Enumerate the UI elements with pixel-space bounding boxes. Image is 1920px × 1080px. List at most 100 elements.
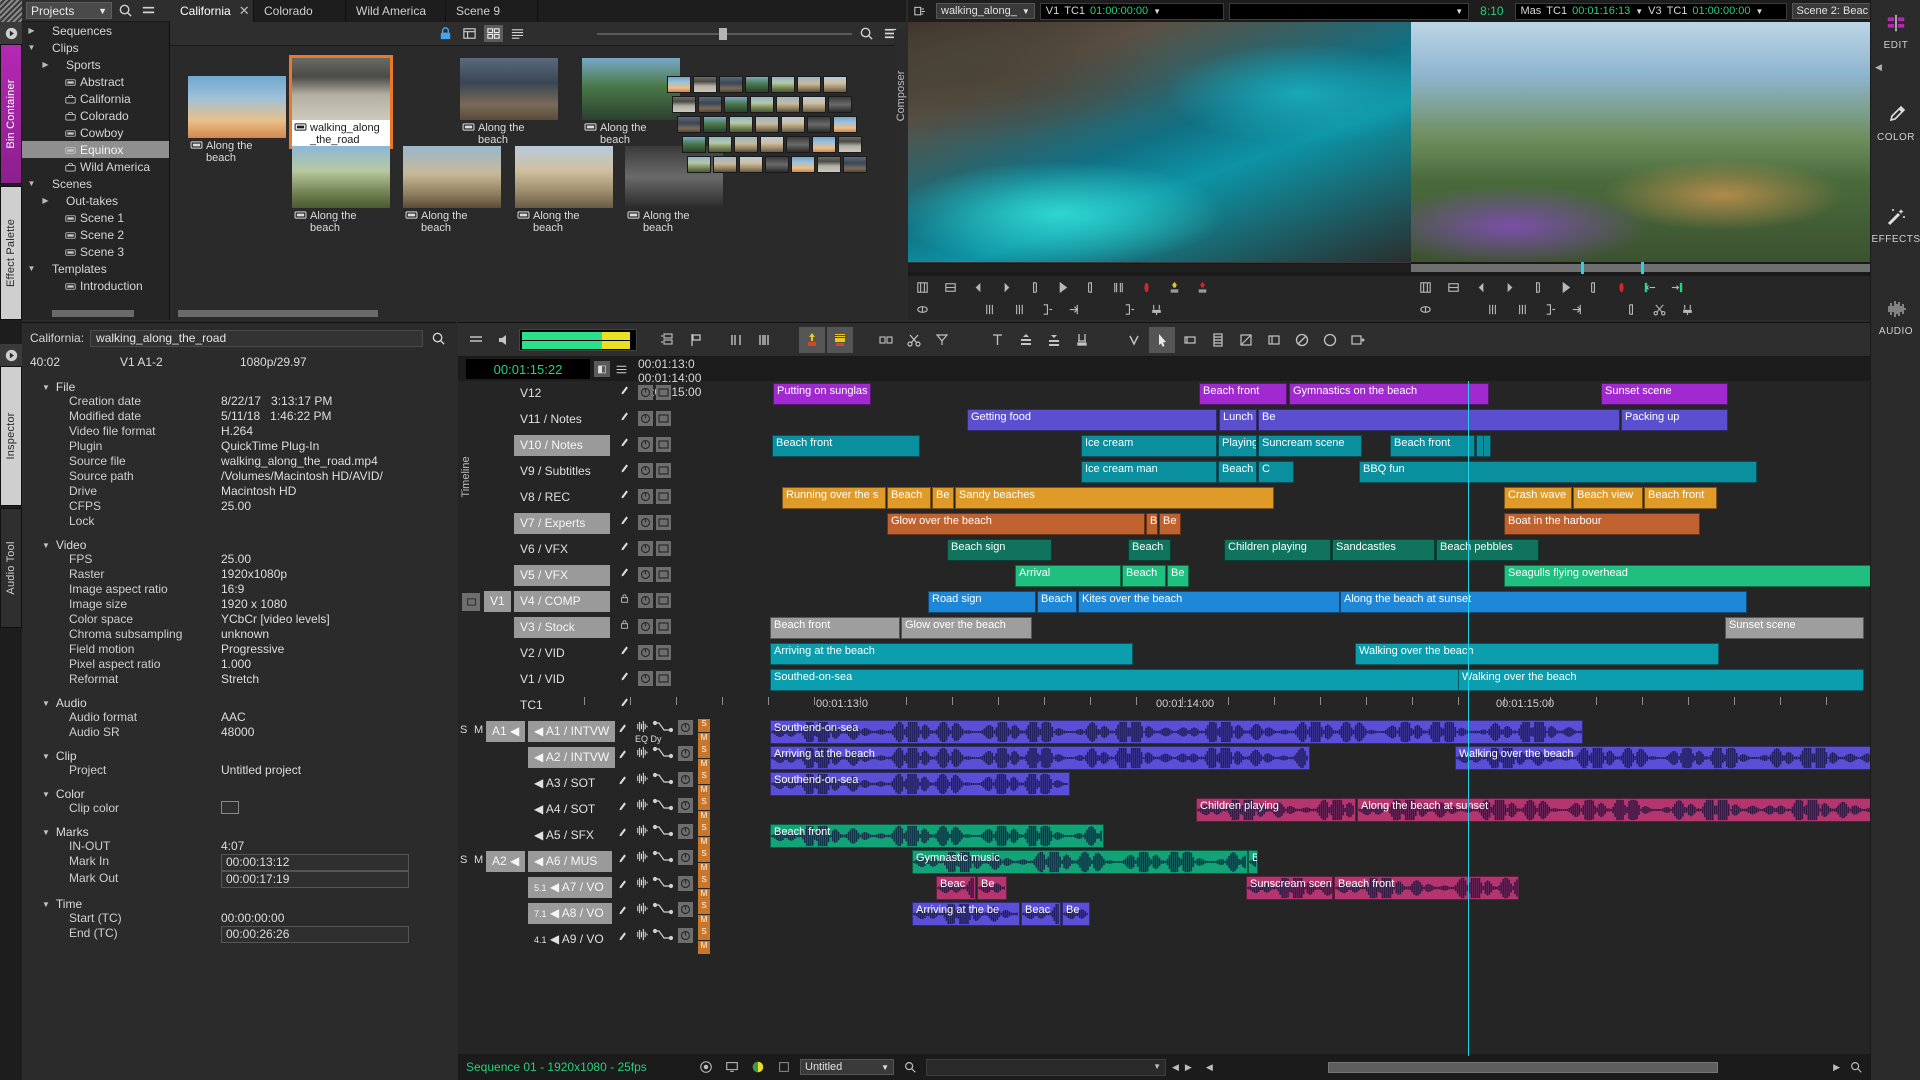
bin-tree-item-sequences[interactable]: ▶Sequences — [22, 22, 169, 39]
rail-play-icon-2[interactable] — [0, 344, 22, 366]
track-monitor-toggle[interactable] — [656, 645, 671, 660]
pencil-icon[interactable] — [618, 749, 627, 763]
track-name-v4-comp[interactable]: V4 / COMP — [514, 591, 610, 612]
mute-button[interactable]: M — [474, 724, 483, 736]
solo-indicator[interactable]: S — [698, 901, 710, 914]
source-monitor-toggle[interactable] — [462, 593, 480, 611]
bin-clip-thumbnail[interactable]: Along thebeach — [188, 76, 286, 164]
timeline-clip[interactable]: Walking over the beach — [1355, 643, 1719, 665]
twisty-icon[interactable]: ▶ — [40, 60, 51, 69]
track-header[interactable]: ◀ A3 / SOTSM — [458, 771, 718, 797]
fill-icon[interactable] — [1069, 327, 1095, 353]
list-view-icon[interactable] — [460, 25, 479, 42]
bin-tree-item-scene-1[interactable]: Scene 1 — [22, 209, 169, 226]
play-icon[interactable] — [1048, 276, 1076, 298]
solo-indicator[interactable]: S — [698, 849, 710, 862]
lift-icon[interactable] — [1142, 298, 1170, 320]
timeline-audio-clip[interactable]: Beach front — [770, 824, 1104, 848]
solo-indicator[interactable]: S — [698, 719, 710, 732]
sidebar-item-effect-palette[interactable]: Effect Palette — [0, 186, 22, 320]
pencil-icon[interactable] — [618, 905, 627, 919]
inspector-row-value[interactable]: 00:00:13:12 — [221, 854, 409, 871]
track-header[interactable]: V7 / Experts — [458, 511, 698, 537]
frame-icon[interactable] — [936, 276, 964, 298]
track-monitor-toggle[interactable] — [656, 593, 671, 608]
step-right-icon[interactable]: ▶ — [1185, 1062, 1192, 1073]
track-record-toggle[interactable] — [638, 567, 653, 582]
track-header[interactable]: SMA2 ◀◀ A6 / MUSSM — [458, 849, 718, 875]
audio-curve-icon[interactable] — [652, 824, 674, 837]
grid-icon[interactable] — [908, 276, 936, 298]
timeline-clip[interactable]: Beach front — [772, 435, 920, 457]
track-name-v6-vfx[interactable]: V6 / VFX — [514, 539, 610, 560]
track-record-toggle[interactable] — [678, 850, 693, 865]
step-back-icon[interactable] — [964, 276, 992, 298]
bin-clip-thumbnail[interactable]: Along thebeach — [582, 58, 680, 146]
project-select[interactable]: Projects ▼ — [26, 2, 112, 19]
bin-clip-thumbnail[interactable]: Along thebeach — [403, 146, 501, 234]
track-monitor-toggle[interactable] — [656, 463, 671, 478]
bin-tree-item-abstract[interactable]: Abstract — [22, 73, 169, 90]
waveform-toggle-icon[interactable] — [634, 850, 649, 863]
track-monitor-toggle[interactable] — [656, 437, 671, 452]
timeline-audio-clip[interactable]: Southend-on-sea — [770, 720, 1583, 744]
yellow-splice-icon[interactable] — [1160, 276, 1188, 298]
pencil-icon[interactable] — [618, 723, 627, 737]
twisty-icon[interactable]: ▼ — [42, 699, 50, 708]
nav-left-icon[interactable]: ◀ — [1206, 1062, 1213, 1073]
mute-indicator[interactable]: M — [698, 941, 710, 954]
search-icon[interactable] — [900, 1057, 920, 1077]
pencil-icon[interactable] — [620, 489, 629, 503]
timeline-clip[interactable]: Arrival — [1015, 565, 1121, 587]
track-record-toggle[interactable] — [638, 489, 653, 504]
record-timecode-bar[interactable]: Mas TC1 00:01:16:13 ▼ V3 TC1 01:00:00:00… — [1515, 3, 1787, 20]
step-back-icon[interactable] — [1467, 276, 1495, 298]
track-header[interactable]: V9 / Subtitles — [458, 459, 698, 485]
segment-mode-icon[interactable] — [873, 327, 899, 353]
bin-tree-item-introduction[interactable]: Introduction — [22, 277, 169, 294]
timeline-audio-clip[interactable]: Children playing — [1196, 798, 1356, 822]
trim-both-icon[interactable] — [751, 327, 777, 353]
track-record-toggle[interactable] — [638, 645, 653, 660]
timeline-audio-clip[interactable]: Southend-on-sea — [770, 772, 1070, 796]
track-header[interactable]: ◀ A2 / INTVWSM — [458, 745, 718, 771]
bin-tree-item-sports[interactable]: ▶Sports — [22, 56, 169, 73]
timeline-clip[interactable]: Beach — [1037, 591, 1077, 613]
solo-indicator[interactable]: S — [698, 797, 710, 810]
timeline-clip[interactable]: Suncream scene — [1258, 435, 1362, 457]
composer-layout-icon[interactable] — [912, 3, 931, 20]
twisty-icon[interactable]: ▼ — [42, 828, 50, 837]
timeline-mid-ruler[interactable]: 00:01:13:000:01:14:0000:01:15:00 — [584, 693, 1870, 719]
lock-icon[interactable] — [620, 593, 629, 607]
timeline-clip[interactable]: Walking over the beach — [1458, 669, 1864, 691]
solo-indicator[interactable]: S — [698, 771, 710, 784]
timeline-audio-clip[interactable]: Beach front — [1334, 876, 1519, 900]
inspector-row-value[interactable]: 00:00:17:19 — [221, 871, 409, 888]
audio-curve-icon[interactable] — [652, 902, 674, 915]
track-header[interactable]: ◀ A4 / SOTSM — [458, 797, 718, 823]
track-record-toggle[interactable] — [678, 798, 693, 813]
tab-edit[interactable]: EDIT — [1871, 6, 1920, 51]
track-header[interactable]: V12 — [458, 381, 698, 407]
pencil-icon[interactable] — [620, 645, 629, 659]
waveform-toggle-icon[interactable] — [634, 928, 649, 941]
goto-end-icon[interactable] — [1563, 298, 1591, 320]
goto-in-icon[interactable] — [1535, 298, 1563, 320]
track-record-toggle[interactable] — [638, 593, 653, 608]
twisty-icon[interactable]: ▼ — [42, 752, 50, 761]
inspector-section-header[interactable]: ▼Video — [22, 538, 456, 552]
export-icon[interactable] — [1345, 327, 1371, 353]
trim-back-icon[interactable] — [976, 298, 1004, 320]
timeline-clip[interactable]: Crash wave — [1504, 487, 1572, 509]
waveform-toggle-icon[interactable] — [634, 798, 649, 811]
track-monitor-toggle[interactable] — [656, 541, 671, 556]
track-header[interactable]: 4.1 ◀ A9 / VOSM — [458, 927, 718, 953]
timeline-clip[interactable]: Ice cream — [1081, 435, 1217, 457]
disable-icon[interactable] — [1289, 327, 1315, 353]
timeline-audio-clip[interactable]: Beac — [1021, 902, 1061, 926]
track-header[interactable]: V3 / Stock — [458, 615, 698, 641]
solo-indicator[interactable]: S — [698, 823, 710, 836]
track-monitor-toggle[interactable] — [656, 567, 671, 582]
solo-button[interactable]: S — [460, 724, 467, 736]
timeline-clip[interactable]: Sunset scene — [1601, 383, 1728, 405]
